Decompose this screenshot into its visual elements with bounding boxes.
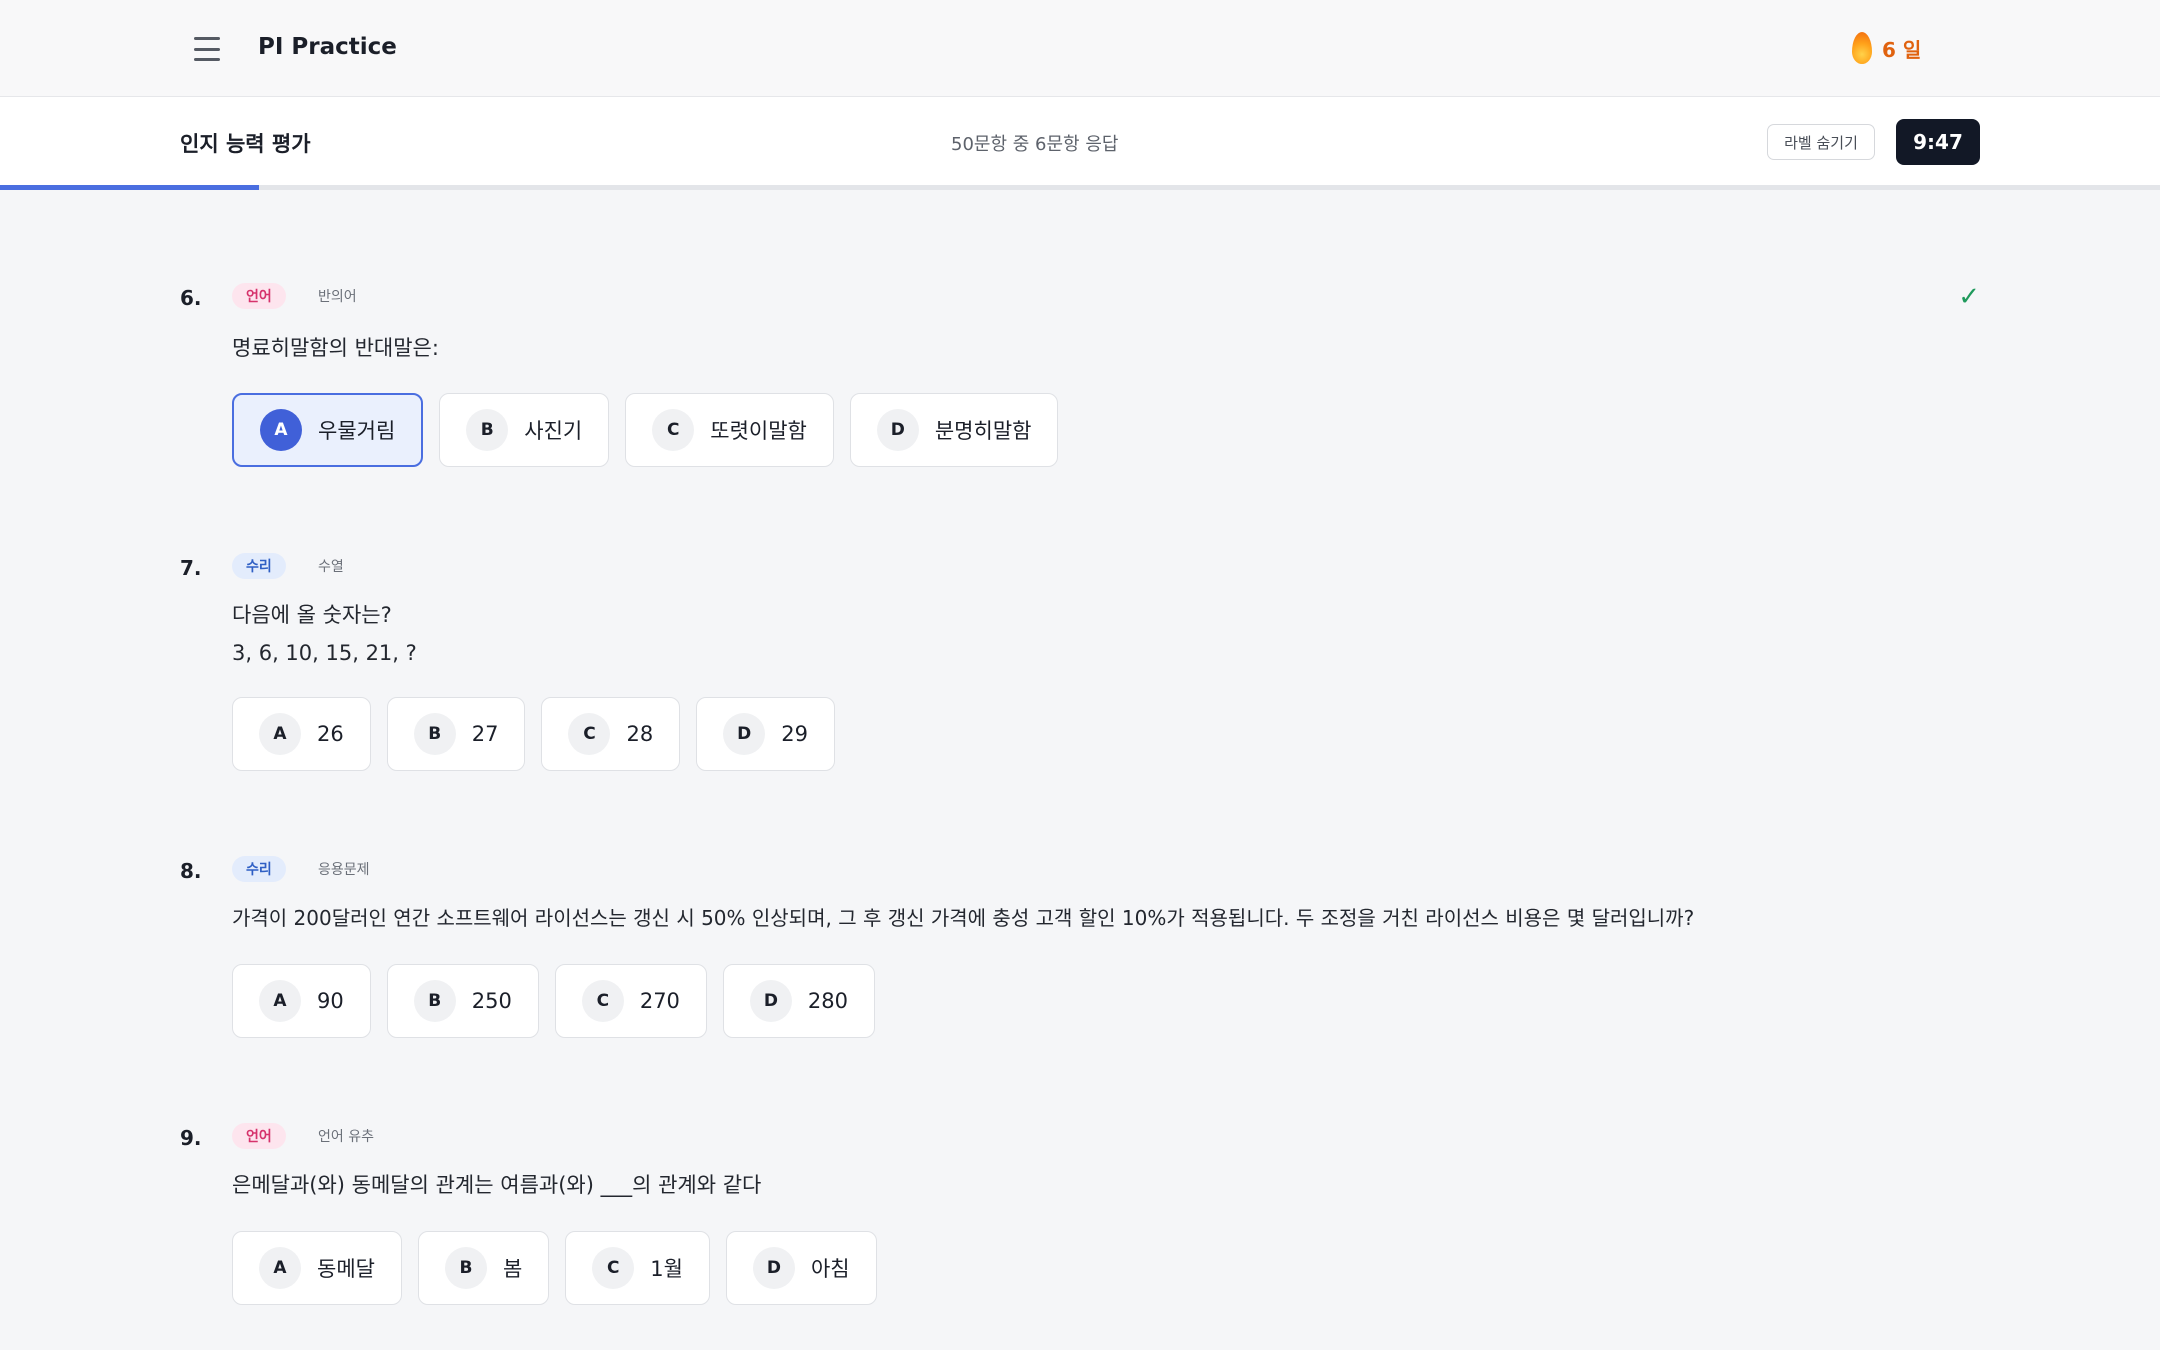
app-title: PI Practice <box>258 34 397 60</box>
option-b[interactable]: B 봄 <box>417 1231 550 1305</box>
option-text: 동메달 <box>317 1257 375 1281</box>
option-letter: B <box>413 980 456 1022</box>
option-c[interactable]: C 1월 <box>565 1231 710 1305</box>
option-letter: A <box>259 713 301 755</box>
option-text: 28 <box>626 722 654 746</box>
option-d[interactable]: D 29 <box>696 697 835 771</box>
option-text: 또렷이말함 <box>710 419 807 443</box>
timer: 9:47 <box>1896 119 1980 165</box>
progress-bar <box>0 185 2160 190</box>
streak-count: 6 일 <box>1882 37 1922 62</box>
option-text: 27 <box>471 722 499 746</box>
category-tag: 수리 <box>232 856 286 882</box>
app-header: PI Practice 6 일 <box>0 0 2160 97</box>
option-b[interactable]: B 27 <box>386 697 526 771</box>
menu-icon[interactable] <box>190 34 224 64</box>
option-text: 270 <box>639 989 680 1013</box>
question-number: 9. <box>180 1126 202 1150</box>
flame-icon <box>1852 32 1872 64</box>
option-text: 아침 <box>810 1257 850 1281</box>
option-d[interactable]: D 아침 <box>725 1231 877 1305</box>
option-text: 29 <box>781 722 808 746</box>
option-c[interactable]: C 또렷이말함 <box>625 393 834 467</box>
option-letter: C <box>592 1247 635 1289</box>
option-text: 90 <box>317 989 344 1013</box>
check-icon: ✓ <box>1958 282 1980 312</box>
option-letter: A <box>259 980 301 1022</box>
subcategory-label: 언어 유추 <box>318 1129 374 1145</box>
question-number: 7. <box>180 556 202 580</box>
option-letter: C <box>652 409 695 451</box>
option-letter: D <box>752 1247 795 1289</box>
option-a[interactable]: A 90 <box>232 964 371 1038</box>
answer-options: A 동메달 B 봄 C 1월 D 아침 <box>232 1231 877 1305</box>
option-text: 26 <box>317 722 344 746</box>
category-tag: 수리 <box>232 553 286 579</box>
option-text: 사진기 <box>524 419 583 443</box>
category-tag: 언어 <box>232 283 286 309</box>
option-text: 1월 <box>650 1257 683 1281</box>
question-text: 은메달과(와) 동메달의 관계는 여름과(와) ___의 관계와 같다 <box>232 1173 762 1197</box>
progress-bar-fill <box>0 185 260 190</box>
option-text: 봄 <box>502 1257 523 1281</box>
option-letter: B <box>466 409 509 451</box>
option-text: 280 <box>807 989 849 1013</box>
option-a[interactable]: A 26 <box>232 697 371 771</box>
option-d[interactable]: D 분명히말함 <box>849 393 1059 467</box>
answer-options: A 90 B 250 C 270 D 280 <box>232 964 876 1038</box>
option-c[interactable]: C 28 <box>541 697 681 771</box>
subcategory-label: 반의어 <box>318 289 357 305</box>
option-text: 우물거림 <box>318 419 396 443</box>
question-sequence: 3, 6, 10, 15, 21, ? <box>232 641 417 665</box>
hide-labels-button[interactable]: 라벨 숨기기 <box>1767 124 1875 160</box>
option-letter: A <box>260 409 302 451</box>
option-b[interactable]: B 사진기 <box>439 393 610 467</box>
question-text: 가격이 200달러인 연간 소프트웨어 라이선스는 갱신 시 50% 인상되며,… <box>232 906 1695 930</box>
option-letter: A <box>259 1247 301 1289</box>
option-letter: D <box>876 409 919 451</box>
question-number: 6. <box>180 286 202 310</box>
category-tag: 언어 <box>232 1123 286 1149</box>
option-letter: B <box>413 713 456 755</box>
progress-text: 50문항 중 6문항 응답 <box>951 134 1119 155</box>
option-d[interactable]: D 280 <box>722 964 876 1038</box>
option-b[interactable]: B 250 <box>386 964 539 1038</box>
option-text: 250 <box>471 989 512 1013</box>
option-c[interactable]: C 270 <box>554 964 707 1038</box>
option-letter: D <box>749 980 792 1022</box>
streak-indicator: 6 일 <box>1852 32 1921 64</box>
question-number: 8. <box>180 859 202 883</box>
answer-options: A 우물거림 B 사진기 C 또렷이말함 D 분명히말함 <box>232 393 1059 467</box>
question-text: 명료히말함의 반대말은: <box>232 336 439 360</box>
option-a[interactable]: A 우물거림 <box>232 393 424 467</box>
option-text: 분명히말함 <box>934 419 1032 443</box>
test-title: 인지 능력 평가 <box>180 132 311 156</box>
option-letter: C <box>568 713 611 755</box>
option-a[interactable]: A 동메달 <box>232 1231 402 1305</box>
question-text: 다음에 올 숫자는? <box>232 603 392 627</box>
option-letter: B <box>444 1247 487 1289</box>
subcategory-label: 응용문제 <box>318 862 370 878</box>
option-letter: C <box>581 980 624 1022</box>
subcategory-label: 수열 <box>318 559 344 575</box>
answer-options: A 26 B 27 C 28 D 29 <box>232 697 835 771</box>
test-header: 인지 능력 평가 50문항 중 6문항 응답 라벨 숨기기 9:47 <box>0 97 2160 187</box>
option-letter: D <box>723 713 766 755</box>
